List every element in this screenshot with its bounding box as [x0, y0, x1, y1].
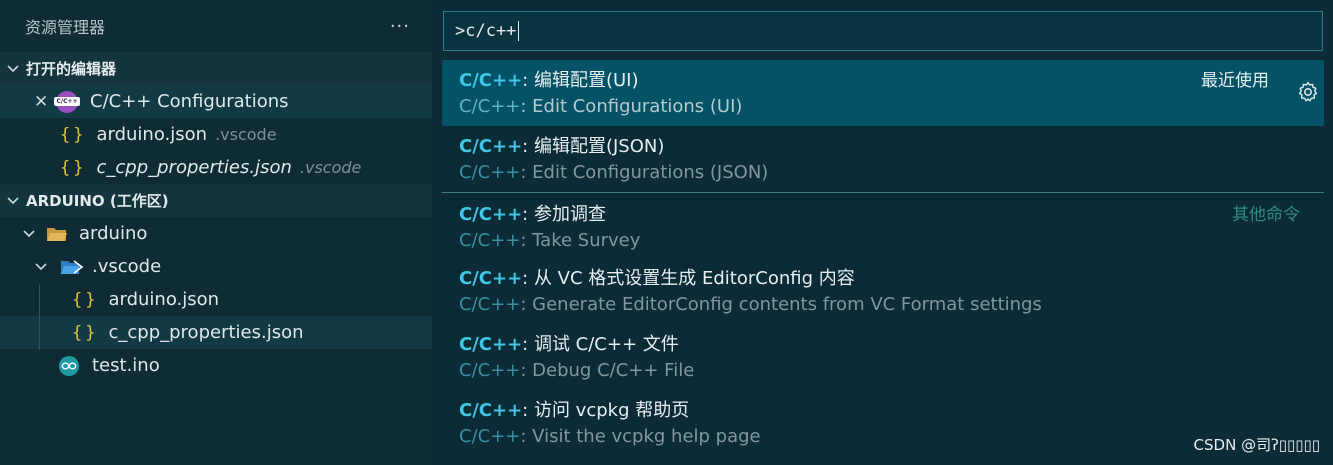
csdn-watermark: CSDN @司ʔ▯▯▯▯▯ — [1193, 436, 1320, 454]
command-detail: C/C++: Take Survey — [459, 230, 641, 251]
tree-indent-guide — [39, 284, 40, 350]
vscode-folder-icon — [60, 258, 84, 276]
command-label: C/C++: 编辑配置(JSON) — [459, 136, 665, 157]
command-label: C/C++: 调试 C/C++ 文件 — [459, 334, 679, 355]
tree-item-test-ino[interactable]: test.ino — [0, 349, 432, 382]
folder-open-icon — [46, 225, 68, 243]
explorer-title: 资源管理器 — [25, 18, 106, 37]
command-detail: C/C++: Visit the vcpkg help page — [459, 426, 761, 447]
command-detail: C/C++: Debug C/C++ File — [459, 360, 695, 381]
more-actions-icon[interactable]: ··· — [390, 16, 410, 37]
command-item-take-survey[interactable]: C/C++: 参加调查 C/C++: Take Survey 其他命令 — [442, 194, 1324, 260]
workspace-header[interactable]: ARDUINO (工作区) — [0, 184, 432, 217]
open-editor-label: C/C++ Configurations — [90, 91, 289, 112]
open-editors-header[interactable]: 打开的编辑器 — [0, 52, 432, 85]
chevron-down-icon — [32, 258, 50, 276]
command-item-generate-editorconfig[interactable]: C/C++: 从 VC 格式设置生成 EditorConfig 内容 C/C++… — [442, 258, 1324, 324]
chevron-down-icon — [4, 60, 22, 78]
recently-used-label: 最近使用 — [1201, 71, 1269, 91]
explorer-header: 资源管理器 ··· — [0, 0, 432, 52]
tree-item-vscode-folder[interactable]: .vscode — [0, 250, 432, 283]
open-editor-path: .vscode — [299, 158, 362, 177]
explorer-sidebar: 资源管理器 ··· 打开的编辑器 ✕ C/C++ C/C++ Configura… — [0, 0, 432, 465]
close-icon[interactable]: ✕ — [34, 92, 48, 112]
command-item-vcpkg-help[interactable]: C/C++: 访问 vcpkg 帮助页 C/C++: Visit the vcp… — [442, 390, 1324, 456]
tree-item-cpp-properties[interactable]: {} c_cpp_properties.json — [0, 316, 432, 349]
workspace-label: ARDUINO (工作区) — [26, 192, 169, 210]
open-editors-label: 打开的编辑器 — [26, 60, 117, 78]
open-editor-item-arduino-json[interactable]: {} arduino.json .vscode — [0, 118, 432, 151]
command-palette: >c/c++ C/C++: 编辑配置(UI) C/C++: Edit Confi… — [433, 0, 1333, 465]
open-editor-item-cpp-properties[interactable]: {} c_cpp_properties.json .vscode — [0, 151, 432, 184]
command-label: C/C++: 参加调查 — [459, 204, 606, 225]
open-editor-path: .vscode — [215, 125, 277, 144]
chevron-down-icon — [4, 192, 22, 210]
tree-item-label: c_cpp_properties.json — [108, 322, 304, 343]
command-label: C/C++: 编辑配置(UI) — [459, 70, 639, 91]
arduino-file-icon — [58, 355, 80, 377]
open-editor-label: arduino.json — [96, 124, 208, 145]
command-detail: C/C++: Edit Configurations (UI) — [459, 96, 743, 117]
json-file-icon: {} — [72, 289, 99, 310]
chevron-down-icon — [20, 225, 38, 243]
tree-item-label: arduino — [79, 223, 148, 244]
command-item-edit-config-json[interactable]: C/C++: 编辑配置(JSON) C/C++: Edit Configurat… — [442, 126, 1324, 192]
tree-item-label: arduino.json — [108, 289, 220, 310]
tree-item-arduino-folder[interactable]: arduino — [0, 217, 432, 250]
json-file-icon: {} — [60, 124, 87, 145]
command-detail: C/C++: Edit Configurations (JSON) — [459, 162, 769, 183]
command-input-value: >c/c++ — [455, 21, 517, 41]
command-label: C/C++: 访问 vcpkg 帮助页 — [459, 400, 690, 421]
open-editor-label: c_cpp_properties.json — [96, 157, 292, 178]
cpp-config-icon: C/C++ — [54, 90, 80, 113]
open-editor-item-ccpp-config[interactable]: ✕ C/C++ C/C++ Configurations — [0, 85, 432, 118]
group-separator — [442, 192, 1324, 193]
json-file-icon: {} — [72, 322, 99, 343]
command-item-debug-file[interactable]: C/C++: 调试 C/C++ 文件 C/C++: Debug C/C++ Fi… — [442, 324, 1324, 390]
command-item-edit-config-ui[interactable]: C/C++: 编辑配置(UI) C/C++: Edit Configuratio… — [442, 60, 1324, 126]
json-file-icon: {} — [60, 157, 87, 178]
command-palette-input[interactable]: >c/c++ — [443, 11, 1323, 51]
tree-item-label: test.ino — [92, 355, 160, 376]
command-label: C/C++: 从 VC 格式设置生成 EditorConfig 内容 — [459, 268, 855, 289]
tree-item-arduino-json[interactable]: {} arduino.json — [0, 283, 432, 316]
gear-icon[interactable] — [1296, 80, 1320, 104]
command-detail: C/C++: Generate EditorConfig contents fr… — [459, 294, 1042, 315]
other-commands-label: 其他命令 — [1232, 205, 1300, 225]
tree-item-label: .vscode — [92, 256, 162, 277]
text-caret — [518, 21, 520, 41]
